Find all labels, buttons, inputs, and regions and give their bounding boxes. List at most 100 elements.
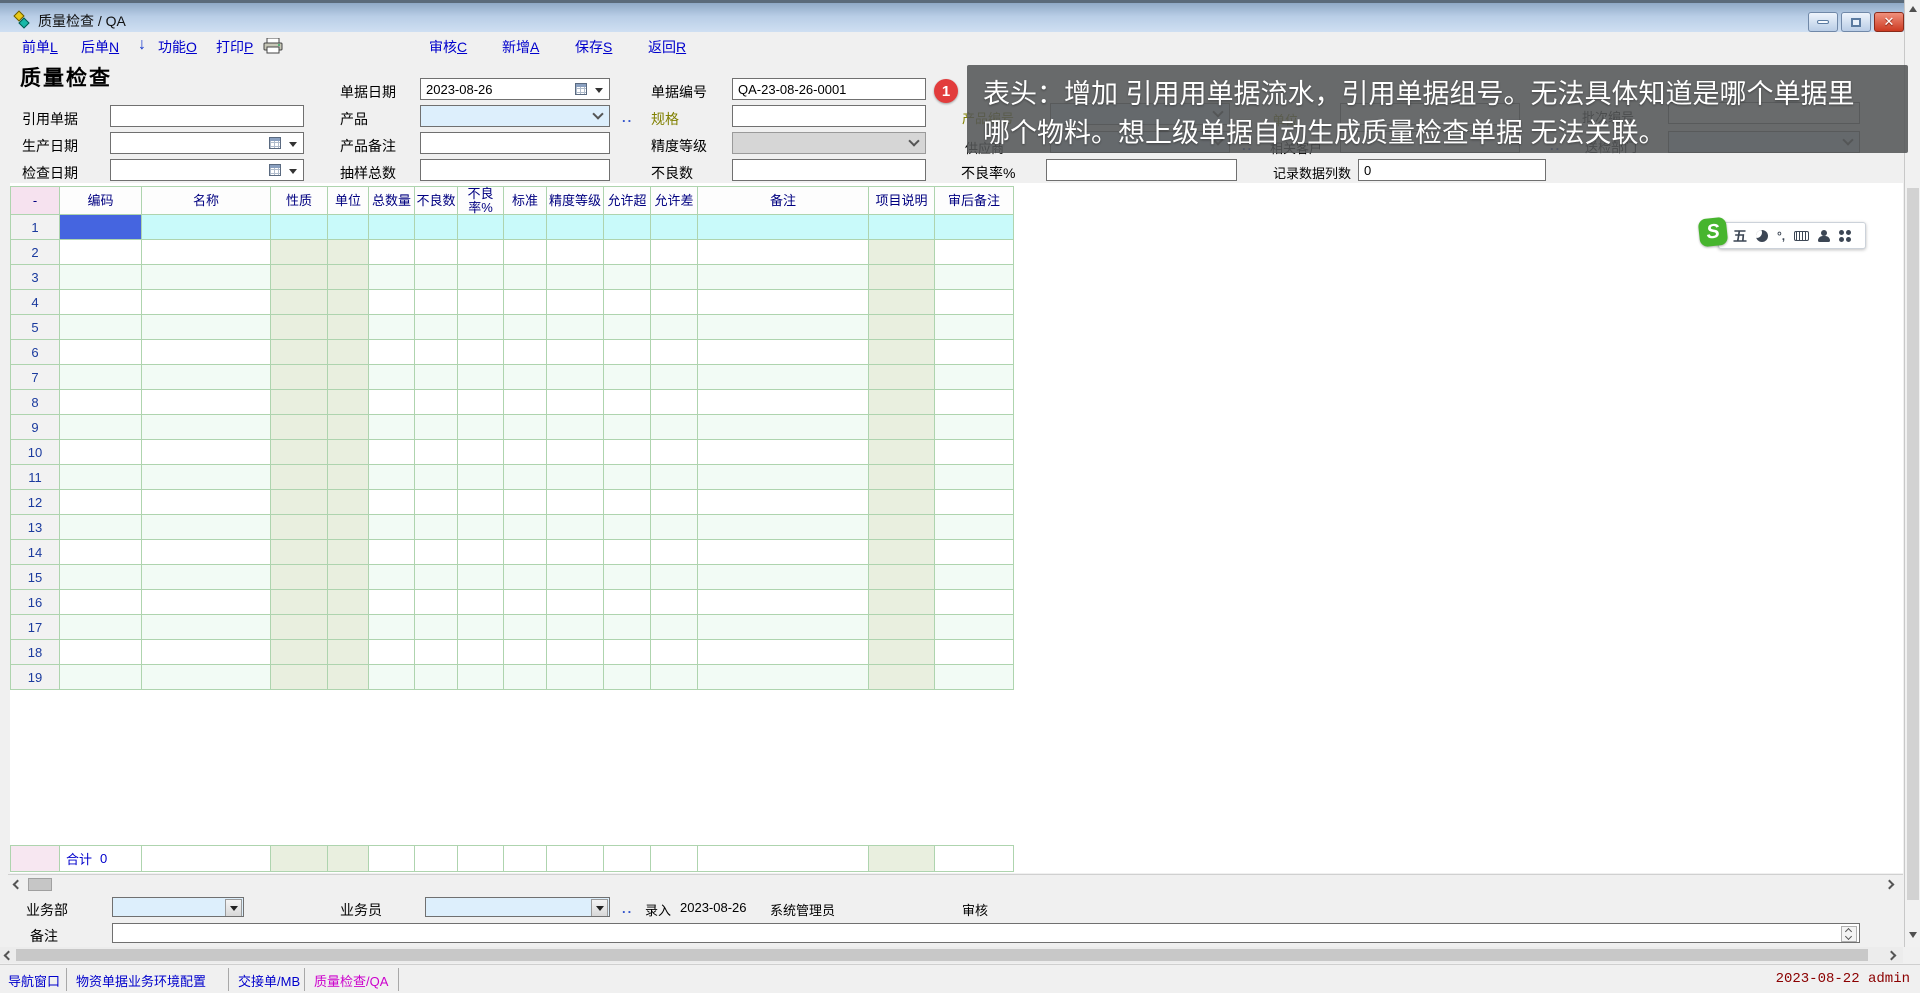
- scroll-right-icon[interactable]: [1887, 951, 1897, 961]
- grid-cell[interactable]: [698, 640, 869, 665]
- grid-cell[interactable]: [547, 615, 604, 640]
- toolbar-button-next[interactable]: 后单N: [81, 37, 119, 57]
- ime-mode-wubi[interactable]: 五: [1733, 226, 1747, 246]
- grid-cell[interactable]: [271, 215, 328, 240]
- grid-cell[interactable]: [369, 490, 415, 515]
- grid-cell[interactable]: [369, 290, 415, 315]
- grid-cell[interactable]: [328, 215, 369, 240]
- grid-cell[interactable]: [547, 265, 604, 290]
- grid-cell[interactable]: [60, 240, 142, 265]
- toolbar-button-new[interactable]: 新增A: [502, 37, 539, 57]
- grid-cell[interactable]: [415, 665, 458, 690]
- grid-cell[interactable]: [271, 440, 328, 465]
- scrollbar-thumb[interactable]: [16, 949, 1868, 961]
- grid-cell[interactable]: [869, 340, 935, 365]
- grid-cell[interactable]: [869, 540, 935, 565]
- grid-cell[interactable]: [328, 440, 369, 465]
- grid-cell[interactable]: [271, 240, 328, 265]
- grid-cell[interactable]: [869, 465, 935, 490]
- grid-cell[interactable]: [60, 215, 142, 240]
- grid-cell[interactable]: [504, 390, 547, 415]
- grid-cell[interactable]: [504, 640, 547, 665]
- grid-cell[interactable]: [415, 265, 458, 290]
- scroll-down-icon[interactable]: [1909, 932, 1917, 938]
- grid-cell[interactable]: [935, 665, 1014, 690]
- grid-cell[interactable]: [698, 465, 869, 490]
- grid-cell[interactable]: [604, 415, 651, 440]
- grid-cell[interactable]: [415, 440, 458, 465]
- grid-cell[interactable]: [869, 515, 935, 540]
- grid-cell[interactable]: [935, 440, 1014, 465]
- grid-cell[interactable]: [142, 240, 271, 265]
- grid-cell[interactable]: [271, 490, 328, 515]
- grid-cell[interactable]: [698, 515, 869, 540]
- dropdown-button[interactable]: [225, 899, 242, 917]
- grid-cell[interactable]: [60, 590, 142, 615]
- toolbar-button-audit[interactable]: 审核C: [429, 37, 467, 57]
- grid-cell[interactable]: [415, 215, 458, 240]
- grid-cell[interactable]: [547, 540, 604, 565]
- grid-cell[interactable]: [504, 265, 547, 290]
- grid-col-header-12[interactable]: 备注: [698, 187, 869, 215]
- precision-combobox[interactable]: [732, 132, 926, 154]
- grid-cell[interactable]: [142, 490, 271, 515]
- grid-cell[interactable]: [458, 465, 504, 490]
- grid-rownum[interactable]: 17: [11, 615, 60, 640]
- grid-cell[interactable]: [869, 265, 935, 290]
- grid-cell[interactable]: [369, 390, 415, 415]
- grid-cell[interactable]: [651, 440, 698, 465]
- grid-cell[interactable]: [604, 490, 651, 515]
- grid-cell[interactable]: [651, 540, 698, 565]
- grid-cell[interactable]: [60, 540, 142, 565]
- grid-cell[interactable]: [935, 465, 1014, 490]
- grid-rownum[interactable]: 16: [11, 590, 60, 615]
- grid-cell[interactable]: [142, 515, 271, 540]
- dropdown-button[interactable]: [591, 899, 608, 917]
- grid-cell[interactable]: [698, 565, 869, 590]
- grid-cell[interactable]: [935, 390, 1014, 415]
- grid-cell[interactable]: [869, 365, 935, 390]
- grid-cell[interactable]: [328, 490, 369, 515]
- grid-cell[interactable]: [415, 490, 458, 515]
- grid-col-header-4[interactable]: 单位: [328, 187, 369, 215]
- grid-cell[interactable]: [328, 240, 369, 265]
- grid-cell[interactable]: [328, 290, 369, 315]
- toolbar-button-prev[interactable]: 前单L: [22, 37, 58, 57]
- calendar-icon[interactable]: [269, 137, 281, 149]
- grid-cell[interactable]: [142, 315, 271, 340]
- grid-cell[interactable]: [142, 640, 271, 665]
- grid-cell[interactable]: [458, 365, 504, 390]
- grid-rownum[interactable]: 12: [11, 490, 60, 515]
- grid-cell[interactable]: [328, 590, 369, 615]
- statusbar-tab-quality-check[interactable]: 质量检查/QA: [314, 971, 388, 990]
- grid-cell[interactable]: [504, 440, 547, 465]
- grid-cell[interactable]: [547, 440, 604, 465]
- grid-cell[interactable]: [604, 565, 651, 590]
- grid-cell[interactable]: [271, 640, 328, 665]
- grid-cell[interactable]: [869, 390, 935, 415]
- punctuation-icon[interactable]: °,: [1777, 229, 1785, 243]
- grid-cell[interactable]: [604, 515, 651, 540]
- grid-cell[interactable]: [458, 315, 504, 340]
- grid-cell[interactable]: [458, 490, 504, 515]
- grid-cell[interactable]: [458, 540, 504, 565]
- grid-cell[interactable]: [458, 565, 504, 590]
- grid-cell[interactable]: [935, 315, 1014, 340]
- scrollbar-thumb[interactable]: [28, 878, 52, 891]
- grid-cell[interactable]: [415, 415, 458, 440]
- grid-cell[interactable]: [604, 290, 651, 315]
- grid-cell[interactable]: [458, 265, 504, 290]
- grid-cell[interactable]: [869, 565, 935, 590]
- grid-cell[interactable]: [935, 490, 1014, 515]
- grid-cell[interactable]: [458, 240, 504, 265]
- grid-cell[interactable]: [60, 665, 142, 690]
- grid-cell[interactable]: [271, 415, 328, 440]
- grid-cell[interactable]: [935, 615, 1014, 640]
- grid-cell[interactable]: [604, 390, 651, 415]
- grid-cell[interactable]: [698, 215, 869, 240]
- grid-cell[interactable]: [547, 390, 604, 415]
- grid-cell[interactable]: [142, 215, 271, 240]
- grid-cell[interactable]: [547, 515, 604, 540]
- grid-cell[interactable]: [415, 240, 458, 265]
- grid-cell[interactable]: [604, 665, 651, 690]
